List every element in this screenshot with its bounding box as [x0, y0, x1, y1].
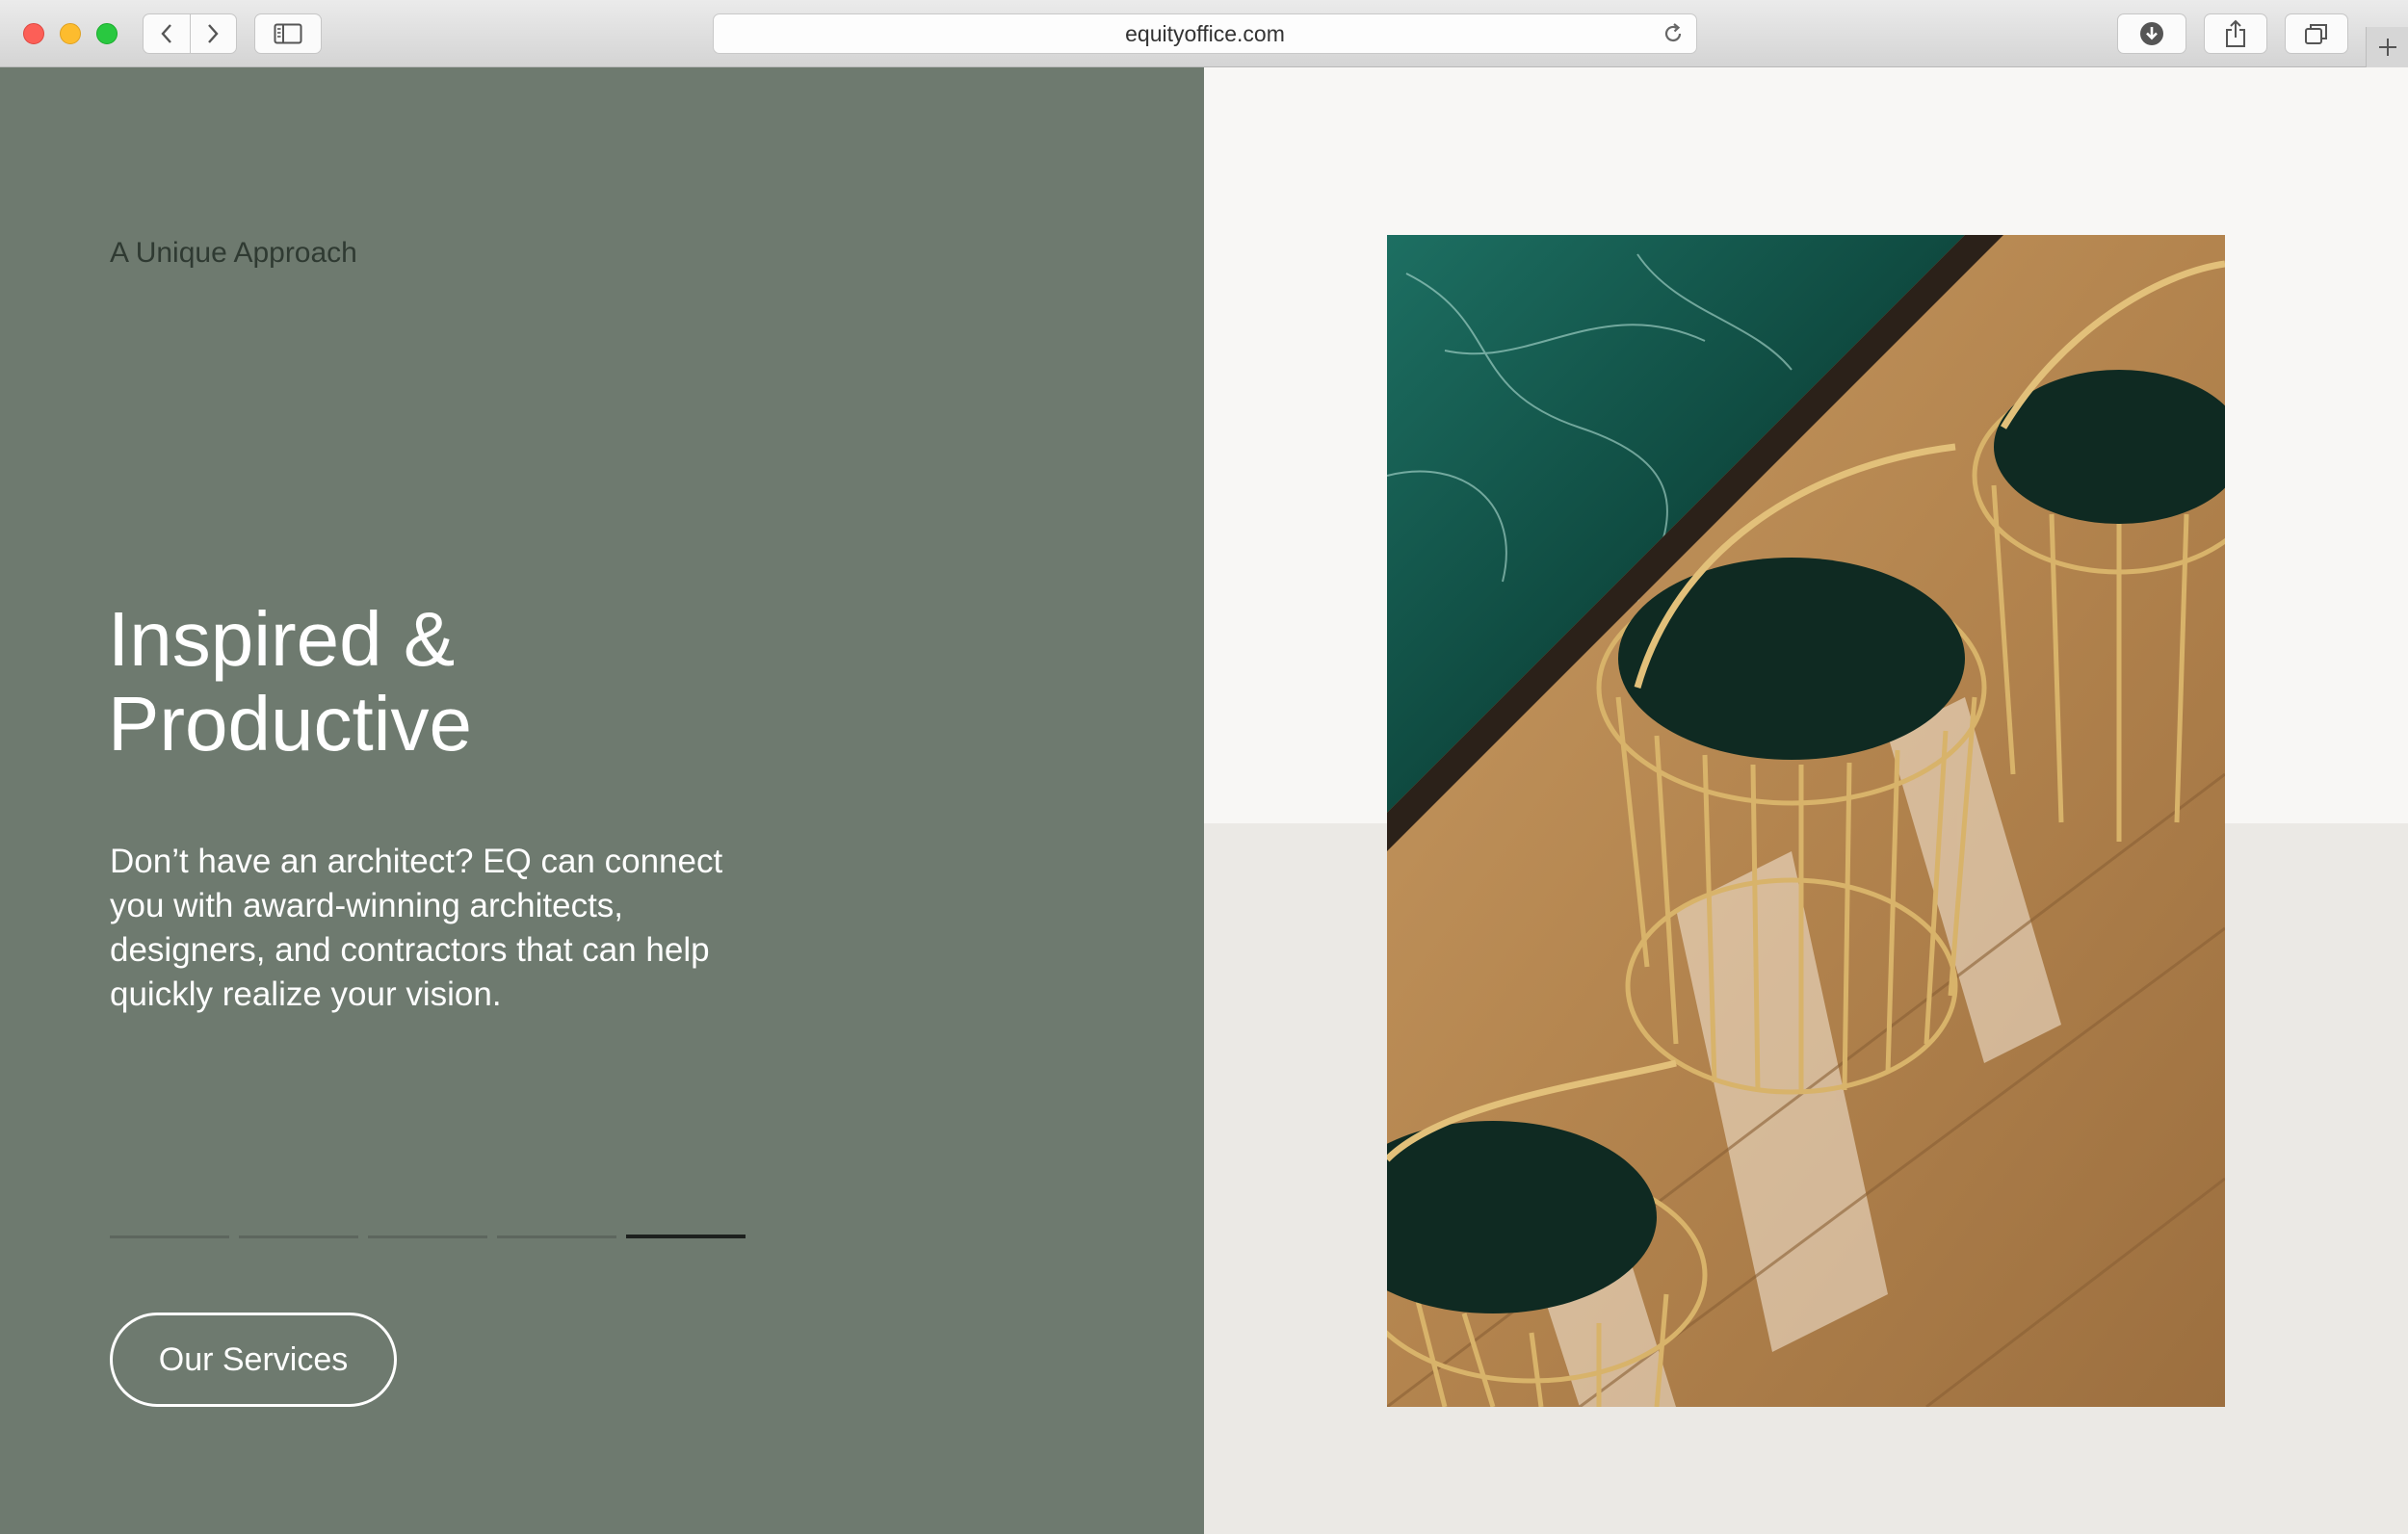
sidebar-icon — [274, 23, 302, 44]
slide-progress — [110, 1235, 746, 1238]
our-services-button[interactable]: Our Services — [110, 1313, 397, 1407]
sidebar-button[interactable] — [254, 13, 322, 54]
slide-indicator-4[interactable] — [497, 1235, 616, 1238]
slide-indicator-3[interactable] — [368, 1235, 487, 1238]
new-tab-button[interactable] — [2366, 27, 2408, 67]
address-bar[interactable]: equityoffice.com — [713, 13, 1697, 54]
window-maximize-button[interactable] — [96, 23, 118, 44]
hero-photo — [1387, 235, 2225, 1407]
slide-indicator-2[interactable] — [239, 1235, 358, 1238]
downloads-button[interactable] — [2117, 13, 2186, 54]
url-text: equityoffice.com — [1125, 21, 1285, 46]
chevron-left-icon — [161, 24, 171, 43]
reload-icon[interactable] — [1662, 22, 1685, 45]
slide-indicator-1[interactable] — [110, 1235, 229, 1238]
tabs-icon — [2305, 24, 2327, 44]
show-tabs-button[interactable] — [2285, 13, 2348, 54]
headline-line-2: Productive — [108, 681, 472, 767]
share-icon — [2226, 19, 2245, 47]
plus-icon — [2379, 39, 2396, 56]
chevron-right-icon — [208, 24, 219, 43]
headline-line-1: Inspired & — [108, 596, 456, 682]
window-close-button[interactable] — [23, 23, 44, 44]
browser-toolbar: equityoffice.com — [0, 0, 2408, 67]
forward-button[interactable] — [191, 14, 237, 53]
slide-indicator-5[interactable] — [626, 1235, 746, 1238]
download-icon — [2140, 22, 2163, 45]
back-button[interactable] — [144, 14, 191, 53]
share-button[interactable] — [2204, 13, 2267, 54]
history-nav — [143, 13, 237, 54]
hero-headline: Inspired & Productive — [108, 597, 975, 767]
section-eyebrow: A Unique Approach — [110, 237, 357, 269]
window-minimize-button[interactable] — [60, 23, 81, 44]
hero-photo-illustration — [1387, 235, 2225, 1407]
hero-description: Don’t have an architect? EQ can connect … — [110, 843, 723, 1013]
